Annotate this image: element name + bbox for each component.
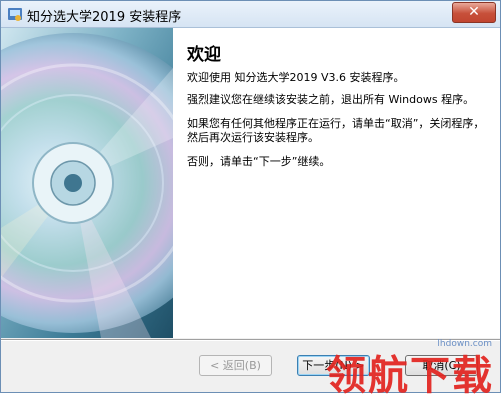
cd-disc-image [1, 28, 173, 338]
cd-disc-illustration [1, 28, 173, 338]
close-button[interactable]: ✕ [452, 2, 496, 23]
footer-divider [1, 339, 500, 341]
window-title: 知分选大学2019 安装程序 [27, 10, 182, 25]
welcome-line-3: 如果您有任何其他程序正在运行，请单击“取消”，关闭程序，然后再次运行该安装程序。 [187, 117, 485, 144]
welcome-line-4: 否则，请单击“下一步”继续。 [187, 155, 331, 168]
welcome-text-area: 欢迎 欢迎使用 知分选大学2019 V3.6 安装程序。 强烈建议您在继续该安装… [187, 40, 491, 179]
welcome-line-2: 强烈建议您在继续该安装之前，退出所有 Windows 程序。 [187, 93, 475, 106]
installer-window: 知分选大学2019 安装程序 ✕ 欢迎 欢迎使用 知分选大学2019 V3.6 … [0, 0, 501, 399]
wizard-content: 欢迎 欢迎使用 知分选大学2019 V3.6 安装程序。 强烈建议您在继续该安装… [1, 28, 500, 338]
installer-app-icon [8, 8, 22, 21]
close-icon: ✕ [468, 4, 480, 20]
welcome-line-1: 欢迎使用 知分选大学2019 V3.6 安装程序。 [187, 71, 405, 84]
cancel-button[interactable]: 取消(C) [405, 355, 478, 376]
next-button[interactable]: 下一步(N) > [297, 355, 370, 376]
welcome-heading: 欢迎 [187, 45, 221, 65]
back-button[interactable]: < 返回(B) [199, 355, 272, 376]
title-bar[interactable]: 知分选大学2019 安装程序 ✕ [1, 1, 500, 28]
